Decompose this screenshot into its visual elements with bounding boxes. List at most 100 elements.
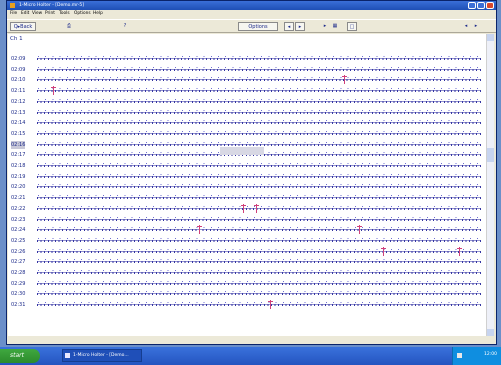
ecg-trace xyxy=(37,184,482,189)
ecg-row[interactable]: 02:10 xyxy=(7,75,487,85)
ecg-row[interactable]: 02:23 xyxy=(7,215,487,225)
ecg-row[interactable]: 02:24 xyxy=(7,225,487,235)
minimize-button[interactable] xyxy=(468,2,476,9)
scroll-up-arrow-icon[interactable] xyxy=(487,34,494,41)
row-time-label: 02:23 xyxy=(11,216,26,223)
title-bar[interactable]: 1-Micro Holter - [Demo.mr-5] xyxy=(7,1,496,10)
ectopic-beat-marker[interactable] xyxy=(197,225,202,235)
play-button[interactable]: ▸ xyxy=(321,22,329,31)
ecg-row[interactable]: 02:22 xyxy=(7,203,487,214)
ecg-trace xyxy=(37,291,482,296)
taskbar-app-label: 1-Micro Holter - [Demo... xyxy=(73,353,129,358)
ecg-trace xyxy=(37,205,482,210)
options-button[interactable]: Options xyxy=(238,22,278,31)
maximize-button[interactable] xyxy=(477,2,485,9)
row-time-label: 02:12 xyxy=(11,98,26,105)
zoom-button[interactable]: □ xyxy=(347,22,357,31)
ectopic-beat-marker[interactable] xyxy=(342,75,347,85)
menu-view[interactable]: View xyxy=(32,11,42,17)
ecg-trace xyxy=(37,248,482,253)
ecg-trace xyxy=(37,77,482,82)
system-tray: 12:00 xyxy=(452,347,501,365)
toolbar: Q▸Back ⎙ ? Options ◂ ▸ ▸ ▦ □ ◂ ▸ xyxy=(7,19,496,33)
taskbar-app-button[interactable]: 1-Micro Holter - [Demo... xyxy=(62,349,142,362)
ecg-trace xyxy=(37,259,482,264)
ecg-row[interactable]: 02:31 xyxy=(7,300,487,310)
row-time-label: 02:27 xyxy=(11,259,26,266)
row-time-label: 02:30 xyxy=(11,291,26,298)
menu-file[interactable]: File xyxy=(10,11,17,17)
nav-next-button[interactable]: ▸ xyxy=(295,22,305,31)
row-time-label: 02:20 xyxy=(11,184,26,191)
menu-options[interactable]: Options xyxy=(74,11,91,17)
row-time-label: 02:21 xyxy=(11,195,26,202)
app-icon xyxy=(65,353,70,358)
app-window: 1-Micro Holter - [Demo.mr-5] File Edit V… xyxy=(6,0,497,345)
ecg-row[interactable]: 02:29 xyxy=(7,279,487,289)
ecg-row[interactable]: 02:28 xyxy=(7,268,487,278)
help-icon[interactable]: ? xyxy=(121,22,129,31)
row-time-label: 02:11 xyxy=(11,88,26,95)
row-time-label: 02:31 xyxy=(11,302,26,309)
vertical-scrollbar[interactable] xyxy=(486,34,494,336)
ecg-trace xyxy=(37,195,482,200)
ecg-row[interactable]: 02:20 xyxy=(7,182,487,192)
ecg-row[interactable]: 02:19 xyxy=(7,172,487,182)
ecg-trace xyxy=(37,56,482,60)
ecg-row[interactable]: 02:15 xyxy=(7,129,487,139)
scroll-down-arrow-icon[interactable] xyxy=(487,329,494,336)
ecg-row[interactable]: 02:30 xyxy=(7,289,487,299)
ecg-row[interactable]: 02:25 xyxy=(7,236,487,246)
ecg-row[interactable]: 02:27 xyxy=(7,257,487,267)
ecg-row[interactable]: 02:11 xyxy=(7,86,487,96)
ecg-trace xyxy=(37,216,482,221)
ectopic-beat-marker[interactable] xyxy=(357,225,362,235)
row-time-label: 02:28 xyxy=(11,270,26,276)
row-time-label: 02:24 xyxy=(11,227,26,234)
tray-icon[interactable] xyxy=(457,353,462,358)
ectopic-beat-marker[interactable] xyxy=(254,203,259,213)
ecg-row[interactable]: 02:09 xyxy=(7,65,487,75)
ecg-row[interactable]: 02:18 xyxy=(7,161,487,171)
ectopic-beat-marker[interactable] xyxy=(241,203,246,213)
ecg-row[interactable]: 02:13 xyxy=(7,108,487,118)
row-time-label: 02:29 xyxy=(11,280,26,287)
menu-tools[interactable]: Tools xyxy=(59,11,70,17)
ecg-row[interactable]: 02:26 xyxy=(7,246,487,257)
scroll-thumb[interactable] xyxy=(487,148,494,162)
print-icon[interactable]: ⎙ xyxy=(64,22,74,31)
app-icon xyxy=(10,3,15,8)
window-title: 1-Micro Holter - [Demo.mr-5] xyxy=(19,3,84,8)
ectopic-beat-marker[interactable] xyxy=(268,300,273,310)
close-button[interactable] xyxy=(486,2,494,9)
ectopic-beat-marker[interactable] xyxy=(381,246,386,256)
ecg-row[interactable]: 02:12 xyxy=(7,97,487,107)
menu-help[interactable]: Help xyxy=(93,11,103,17)
nav-prev-button[interactable]: ◂ xyxy=(284,22,294,31)
row-time-label: 02:22 xyxy=(11,205,26,212)
ectopic-beat-marker[interactable] xyxy=(51,86,56,96)
start-button[interactable]: start xyxy=(0,349,40,363)
row-time-label: 02:18 xyxy=(11,163,26,169)
ecg-row[interactable]: 02:14 xyxy=(7,118,487,128)
menu-edit[interactable]: Edit xyxy=(21,11,29,17)
ecg-trace xyxy=(37,98,482,103)
ecg-trace xyxy=(37,270,482,274)
scroll-left-icon[interactable]: ◂ xyxy=(462,22,470,31)
ecg-trace xyxy=(37,227,482,232)
selection-highlight xyxy=(220,147,264,155)
row-time-label: 02:10 xyxy=(11,77,26,84)
ectopic-beat-marker[interactable] xyxy=(457,246,462,256)
ecg-trace xyxy=(37,66,482,71)
row-time-label: 02:09 xyxy=(11,66,26,73)
row-time-label: 02:19 xyxy=(11,173,26,180)
row-time-label: 02:26 xyxy=(11,248,26,255)
menu-bar: File Edit View Print Tools Options Help xyxy=(7,10,496,18)
row-time-label: 02:09 xyxy=(11,56,26,62)
back-button[interactable]: Q▸Back xyxy=(10,22,36,31)
grid-icon[interactable]: ▦ xyxy=(331,22,339,31)
ecg-row[interactable]: 02:09 xyxy=(7,54,487,64)
menu-print[interactable]: Print xyxy=(45,11,55,17)
scroll-right-icon[interactable]: ▸ xyxy=(472,22,480,31)
ecg-row[interactable]: 02:21 xyxy=(7,193,487,203)
